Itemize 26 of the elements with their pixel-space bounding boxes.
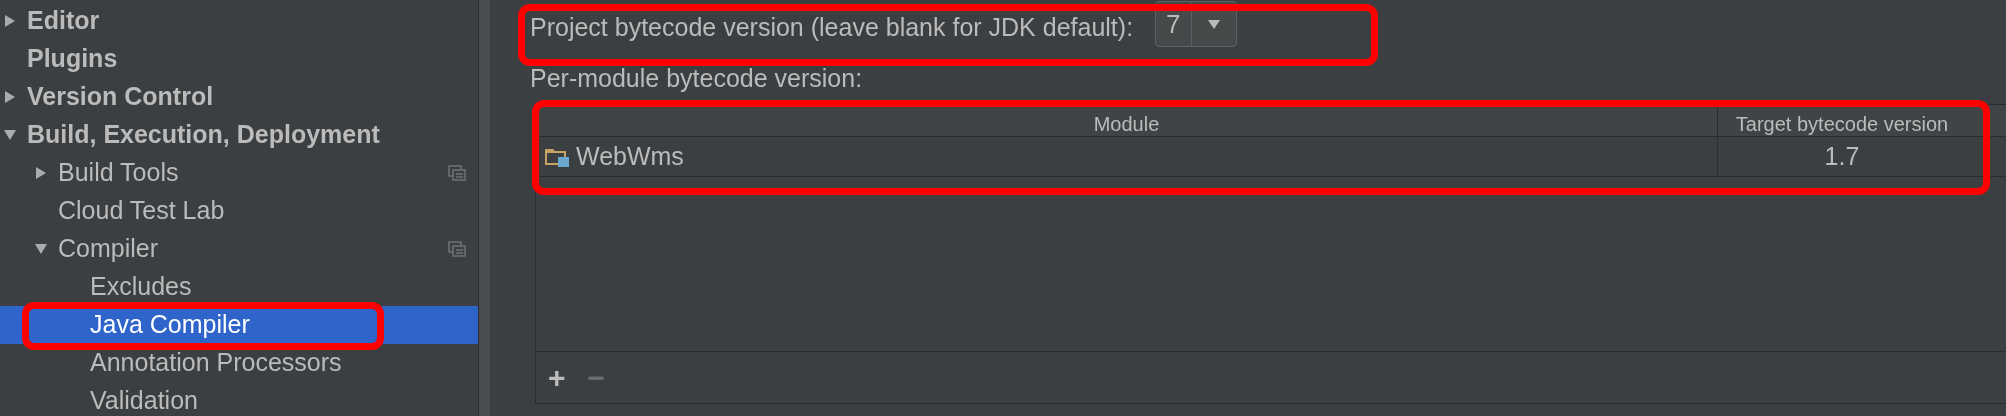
tree-item[interactable]: Plugins — [27, 40, 118, 78]
tree-item[interactable]: Java Compiler — [90, 306, 250, 344]
table-cell: WebWms — [536, 137, 1718, 176]
tree-item[interactable]: Annotation Processors — [90, 344, 342, 382]
add-button[interactable]: + — [548, 362, 566, 393]
column-header[interactable]: Module — [536, 105, 1718, 136]
column-header[interactable]: Target bytecode version — [1718, 105, 2006, 136]
field-label: Project bytecode version (leave blank for JDK default): — [529, 12, 1134, 44]
dropdown-arrow-icon — [1207, 19, 1220, 29]
collapsed-arrow-icon[interactable] — [3, 14, 17, 28]
tree-item[interactable]: Build Tools — [58, 154, 179, 192]
section-label: Per-module bytecode version: — [529, 63, 864, 94]
selected-tree-row[interactable]: Java Compiler — [0, 306, 478, 344]
scrollbar[interactable] — [478, 0, 490, 416]
tree-item[interactable]: Validation — [90, 382, 198, 416]
expanded-arrow-icon[interactable] — [34, 242, 48, 256]
tree-item[interactable]: Version Control — [27, 78, 214, 116]
tree-item[interactable]: Compiler — [58, 230, 159, 268]
collapsed-arrow-icon[interactable] — [3, 90, 17, 104]
tree-item[interactable]: Editor — [27, 2, 100, 40]
expanded-arrow-icon[interactable] — [3, 128, 17, 142]
table-cell-text: 1.7 — [1823, 140, 1861, 172]
tree-item[interactable]: Excludes — [90, 268, 192, 306]
tree-item[interactable]: Cloud Test Lab — [58, 192, 225, 230]
collapsed-arrow-icon[interactable] — [34, 166, 48, 180]
tree-item[interactable]: Build, Execution, Deployment — [27, 116, 380, 154]
